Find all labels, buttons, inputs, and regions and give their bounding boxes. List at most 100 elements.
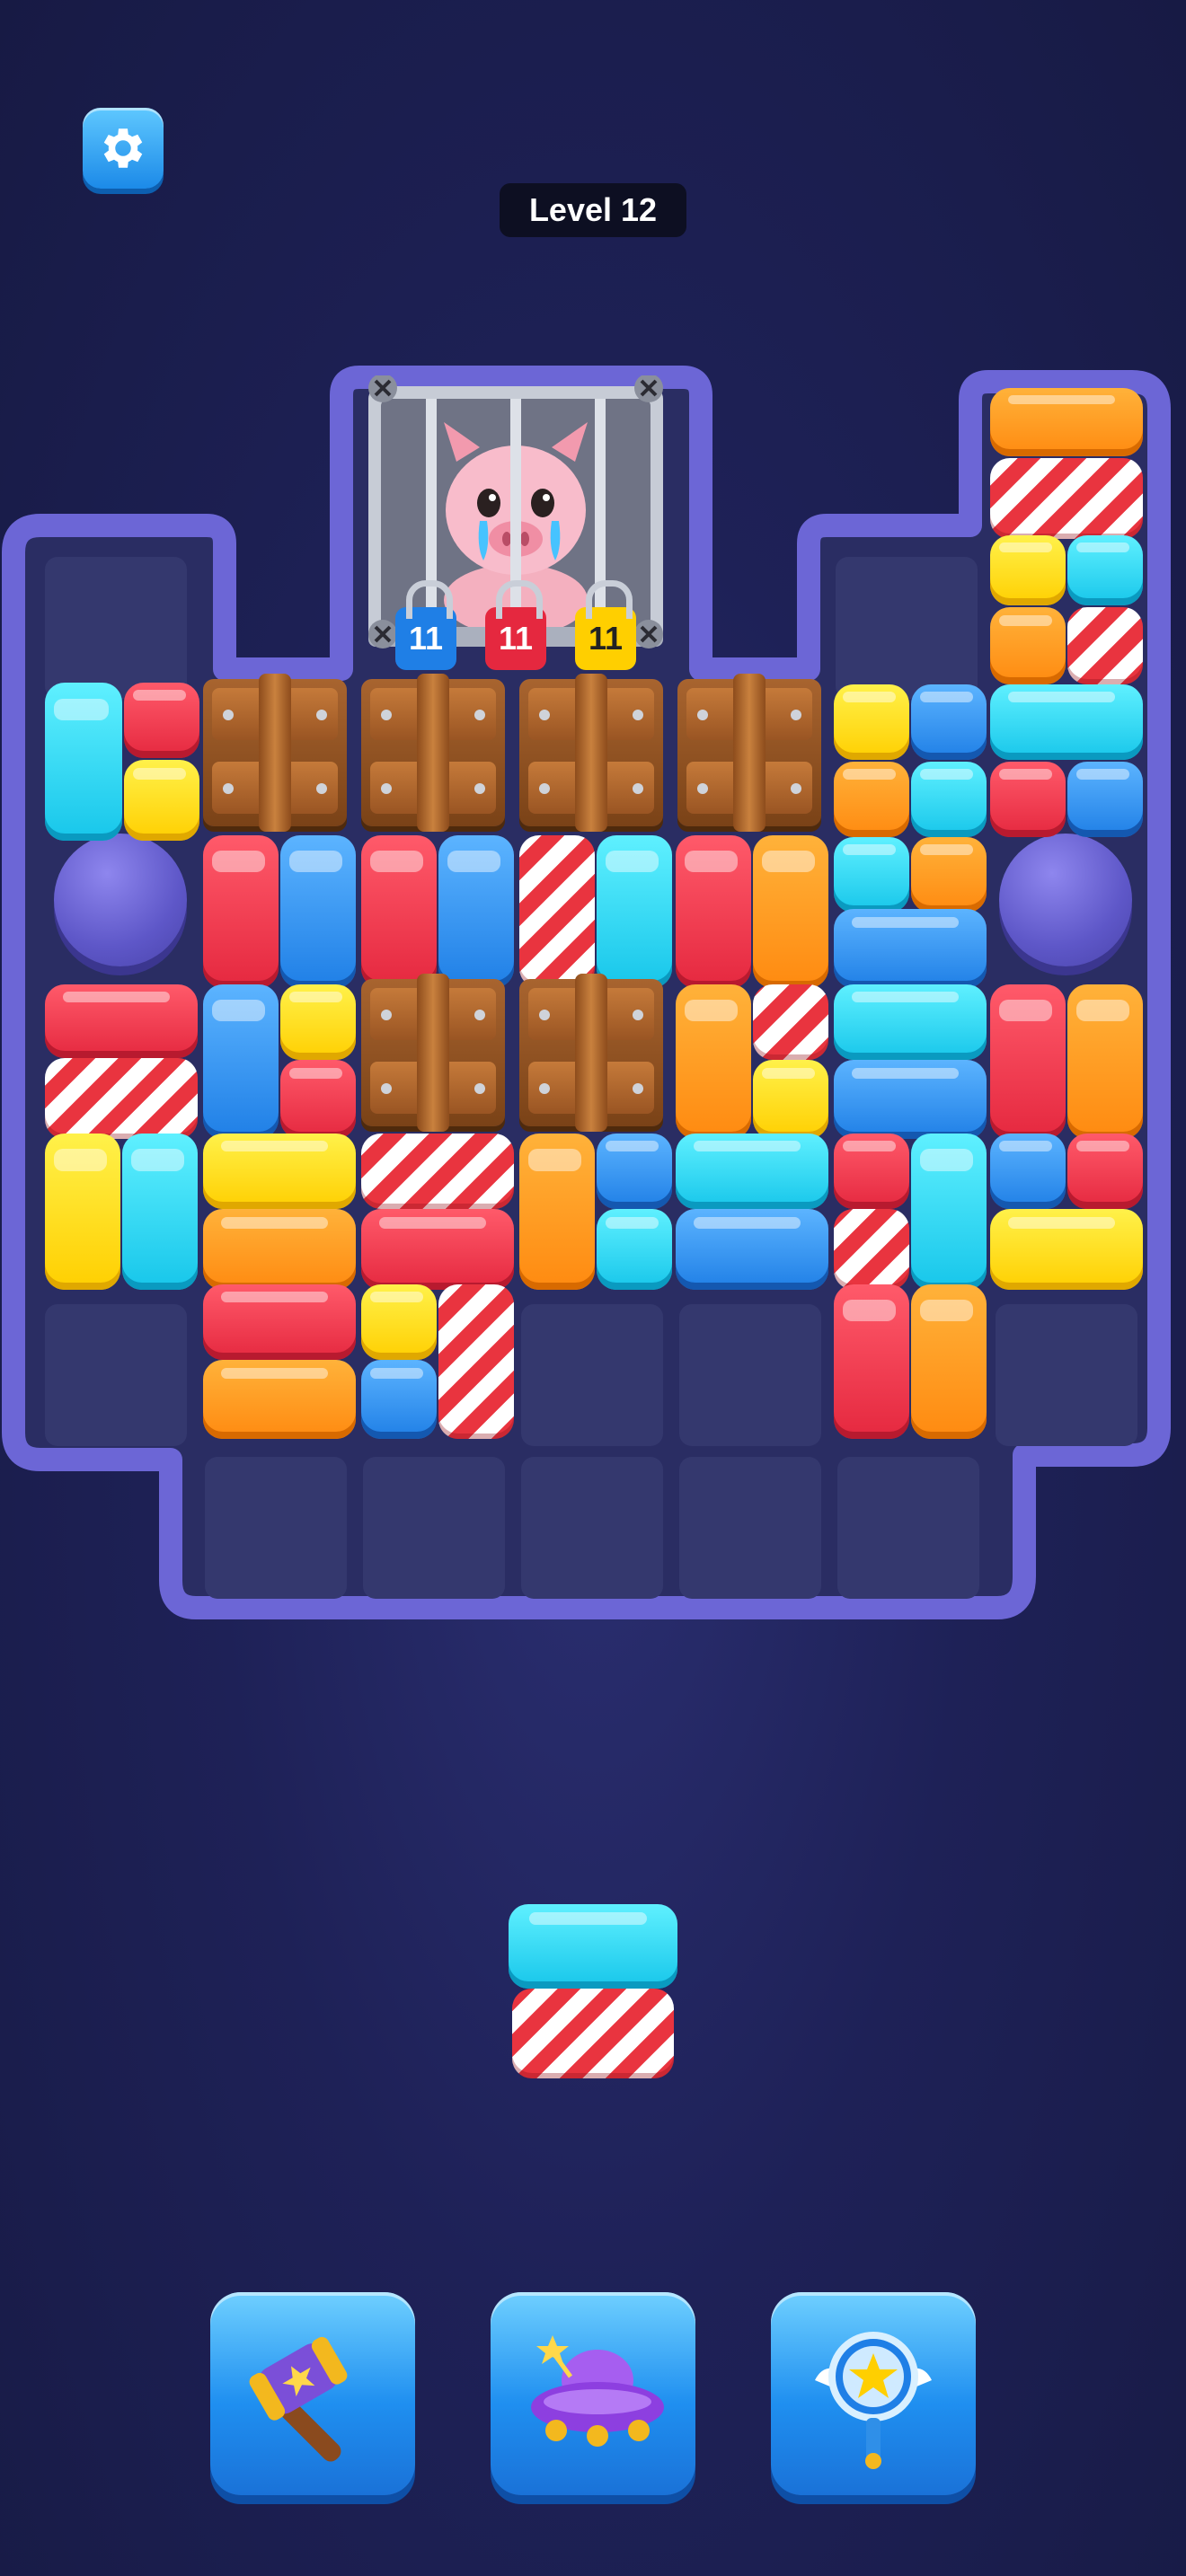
jelly-block (509, 1904, 677, 1989)
jelly-block[interactable] (361, 1284, 437, 1360)
striped-candy[interactable] (753, 984, 828, 1060)
striped-candy (512, 1989, 674, 2078)
jelly-block[interactable] (280, 1060, 356, 1139)
jelly-block[interactable] (990, 684, 1143, 760)
lock-count: 11 (408, 620, 444, 657)
jelly-block[interactable] (361, 1360, 437, 1439)
next-piece[interactable] (509, 1904, 677, 2080)
jelly-block[interactable] (124, 683, 199, 758)
round-obstacle (999, 834, 1132, 966)
lock-count: 11 (498, 620, 534, 657)
gear-icon (103, 128, 143, 168)
jelly-block[interactable] (1067, 1134, 1143, 1209)
jelly-block[interactable] (438, 835, 514, 988)
round-obstacle (54, 834, 187, 966)
jelly-block[interactable] (834, 1134, 909, 1209)
jelly-block[interactable] (203, 835, 279, 988)
jelly-block[interactable] (676, 1209, 828, 1290)
jelly-block[interactable] (911, 1134, 987, 1290)
jelly-block[interactable] (753, 835, 828, 988)
jelly-block[interactable] (834, 984, 987, 1060)
jelly-block[interactable] (1067, 535, 1143, 605)
jelly-block[interactable] (911, 1284, 987, 1439)
grid-cell[interactable] (521, 1457, 663, 1599)
striped-candy[interactable] (1067, 607, 1143, 684)
jelly-block[interactable] (361, 1209, 514, 1290)
wooden-crate (361, 674, 505, 832)
yellow-lock: 11 (575, 580, 636, 670)
jelly-block[interactable] (597, 1134, 672, 1209)
jelly-block[interactable] (834, 909, 987, 988)
jelly-block[interactable] (203, 984, 279, 1139)
blue-lock: 11 (395, 580, 456, 670)
grid-cell[interactable] (45, 557, 187, 699)
jelly-block[interactable] (45, 984, 198, 1058)
red-lock: 11 (485, 580, 546, 670)
jelly-block[interactable] (203, 1134, 356, 1209)
jelly-block[interactable] (597, 835, 672, 988)
grid-cell[interactable] (45, 1304, 187, 1446)
level-label: Level 12 (500, 183, 686, 237)
jelly-block[interactable] (280, 835, 356, 988)
hammer-icon (249, 2336, 348, 2462)
lock-count: 11 (588, 620, 624, 657)
wooden-crate (361, 974, 505, 1132)
striped-candy[interactable] (519, 835, 595, 988)
jelly-block[interactable] (676, 1134, 828, 1209)
striped-candy[interactable] (438, 1284, 514, 1439)
jelly-block[interactable] (911, 684, 987, 760)
jelly-block[interactable] (519, 1134, 595, 1290)
jelly-block[interactable] (834, 1060, 987, 1139)
grid-cell[interactable] (679, 1457, 821, 1599)
hammer-powerup-button[interactable] (210, 2292, 415, 2495)
jelly-block[interactable] (361, 835, 437, 988)
jelly-block[interactable] (203, 1360, 356, 1439)
ufo-powerup-button[interactable] (491, 2292, 695, 2495)
jelly-block[interactable] (676, 984, 751, 1139)
wooden-crate (677, 674, 821, 832)
grid-cell[interactable] (837, 1457, 979, 1599)
striped-candy[interactable] (45, 1058, 198, 1139)
jelly-block[interactable] (834, 762, 909, 837)
jelly-block[interactable] (124, 760, 199, 841)
jelly-block[interactable] (834, 1284, 909, 1439)
jelly-block[interactable] (45, 1134, 120, 1290)
jelly-block[interactable] (911, 837, 987, 913)
grid-cell[interactable] (679, 1304, 821, 1446)
wooden-crate (519, 674, 663, 832)
ufo-icon (531, 2335, 664, 2447)
jelly-block[interactable] (753, 1060, 828, 1139)
jelly-block[interactable] (676, 835, 751, 988)
jelly-block[interactable] (1067, 762, 1143, 837)
jelly-block[interactable] (990, 535, 1066, 605)
jelly-block[interactable] (1067, 984, 1143, 1139)
grid-cell[interactable] (836, 557, 978, 699)
striped-candy[interactable] (361, 1134, 514, 1209)
jelly-block[interactable] (990, 1209, 1143, 1290)
pig-cage: 11 11 11 (363, 374, 668, 672)
jelly-block[interactable] (45, 683, 122, 841)
jelly-block[interactable] (597, 1209, 672, 1290)
jelly-block[interactable] (990, 607, 1066, 684)
jelly-block[interactable] (911, 762, 987, 837)
jelly-block[interactable] (203, 1284, 356, 1360)
striped-candy[interactable] (834, 1209, 909, 1290)
wooden-crate (203, 674, 347, 832)
jelly-block[interactable] (280, 984, 356, 1060)
jelly-block[interactable] (990, 984, 1066, 1139)
grid-cell[interactable] (521, 1304, 663, 1446)
jelly-block[interactable] (834, 684, 909, 760)
striped-candy[interactable] (990, 458, 1143, 539)
grid-cell[interactable] (996, 1304, 1137, 1446)
magic-wand-icon (815, 2332, 932, 2469)
grid-cell[interactable] (205, 1457, 347, 1599)
jelly-block[interactable] (990, 1134, 1066, 1209)
jelly-block[interactable] (122, 1134, 198, 1290)
wand-powerup-button[interactable] (771, 2292, 976, 2495)
jelly-block[interactable] (990, 388, 1143, 456)
jelly-block[interactable] (990, 762, 1066, 837)
grid-cell[interactable] (363, 1457, 505, 1599)
jelly-block[interactable] (203, 1209, 356, 1290)
jelly-block[interactable] (834, 837, 909, 913)
settings-button[interactable] (83, 108, 164, 189)
